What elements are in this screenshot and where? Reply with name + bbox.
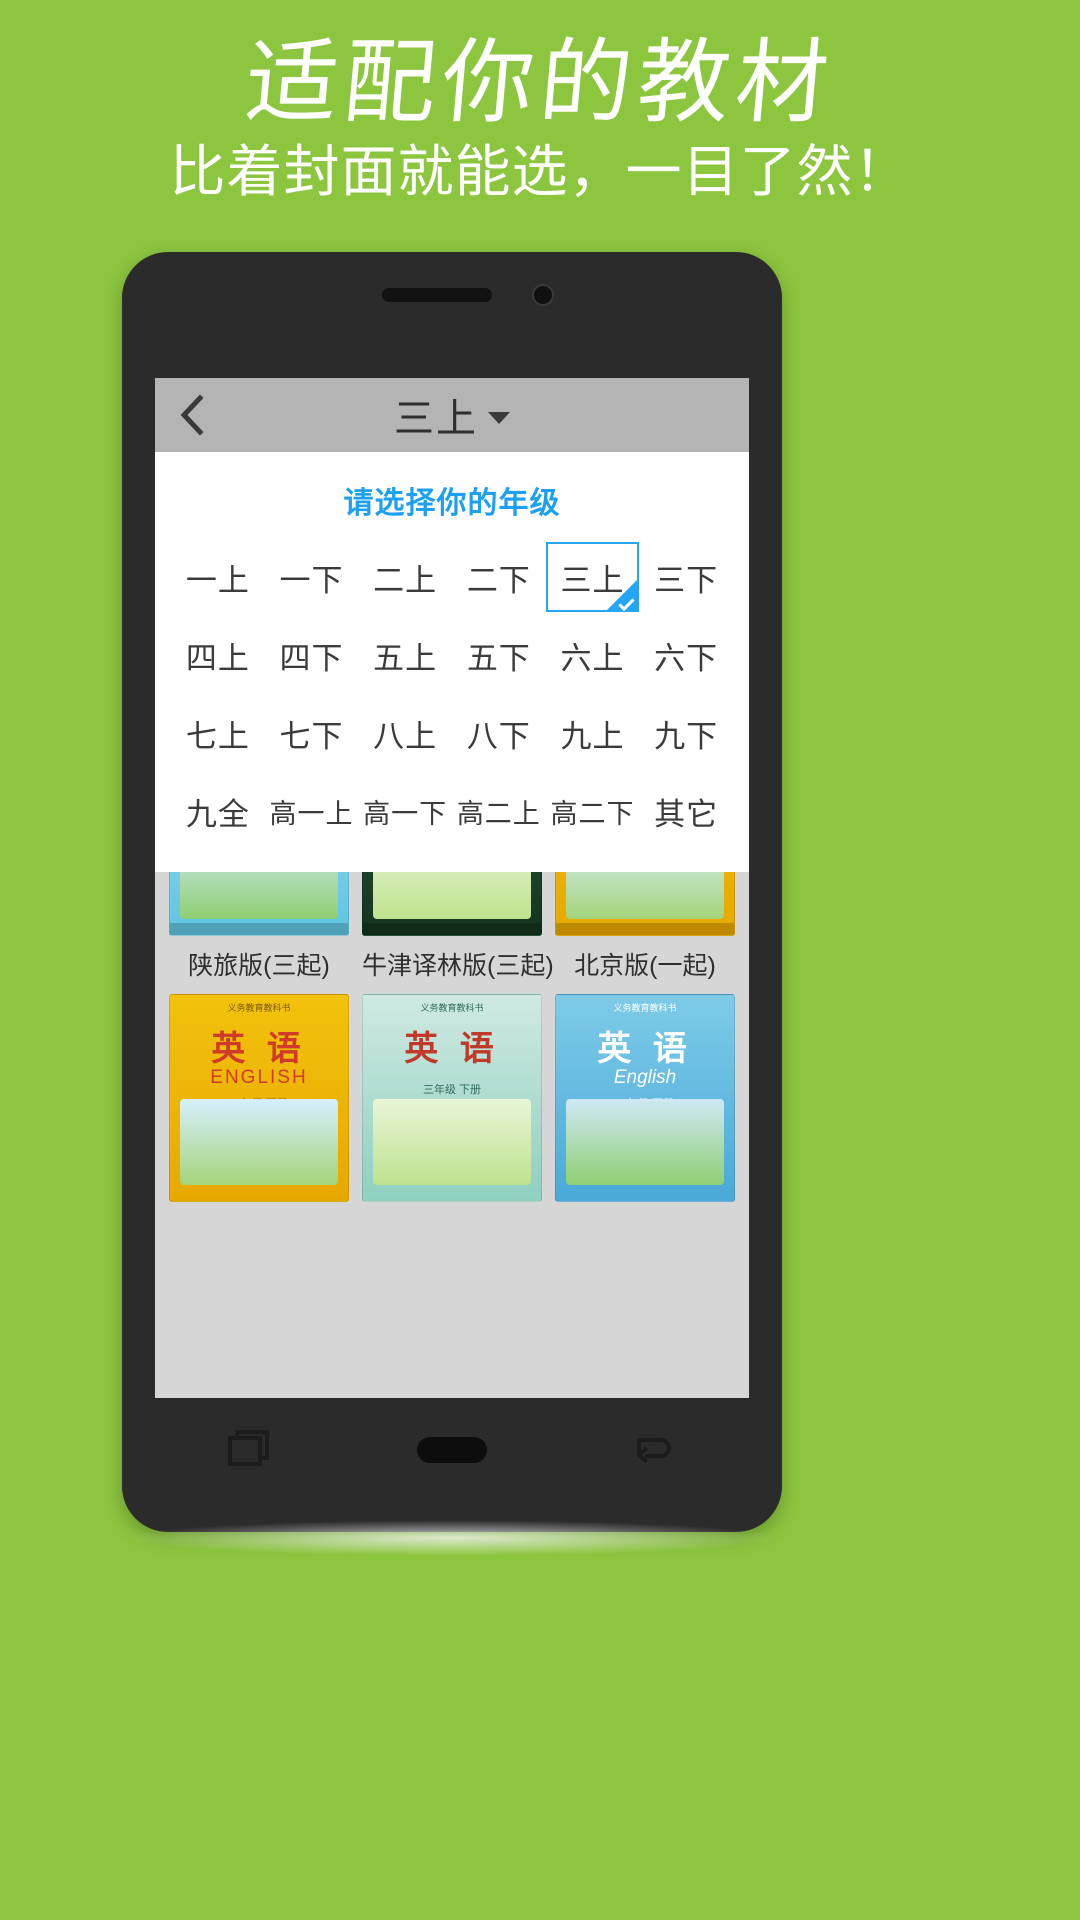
textbook-row: 义务教育教科书 英 语 ENGLISH 三年级 下册 义务教育教科书 英 语 三…	[169, 994, 735, 1202]
page-subtitle: 比着封面就能选，一目了然！	[169, 140, 911, 203]
grade-option-label: 一上	[185, 562, 250, 598]
grade-option[interactable]: 五上	[358, 620, 452, 690]
textbook-item[interactable]: 义务教育教科书 英 语 English 三年级 下册	[555, 994, 735, 1202]
grade-option[interactable]: 九下	[639, 698, 733, 768]
grade-option-label: 九全	[185, 796, 250, 832]
grade-option-label: 七下	[279, 718, 344, 754]
grade-option-label: 七上	[185, 718, 250, 754]
grade-option-label: 八下	[466, 718, 531, 754]
grade-option-label: 一下	[279, 562, 344, 598]
home-pill-icon[interactable]	[417, 1437, 487, 1463]
grade-option[interactable]: 三上	[545, 542, 640, 612]
grade-option-label: 六上	[560, 640, 625, 676]
android-nav-bar	[155, 1402, 749, 1498]
cover-artwork	[566, 1099, 724, 1185]
grade-option-label: 高二上	[456, 798, 541, 829]
cover-artwork	[180, 1099, 338, 1185]
cover-publisher: 义务教育教科书	[227, 1003, 291, 1013]
cover-footer	[556, 923, 734, 935]
grade-option[interactable]: 四上	[171, 620, 265, 690]
phone-mockup: 义务教育教科书 六年级 下册 陕旅版(三起) English FANCY DRE…	[122, 252, 782, 1532]
cover-grade: 三年级 下册	[422, 1084, 482, 1096]
phone-screen: 义务教育教科书 六年级 下册 陕旅版(三起) English FANCY DRE…	[155, 378, 749, 1398]
back-arrow-icon[interactable]	[631, 1428, 677, 1473]
dropdown-title: 请选择你的年级	[343, 487, 561, 520]
cover-title: 英 语	[404, 1030, 500, 1068]
textbook-label: 牛津译林版(三起)	[362, 952, 554, 980]
cover-title: 英 语	[597, 1030, 693, 1068]
grade-option-label: 六下	[654, 640, 719, 676]
grade-option[interactable]: 其它	[639, 776, 733, 846]
cover-footer	[363, 923, 541, 935]
grade-dropdown-panel: 请选择你的年级 一上 一下 二上 二下 三上 三下四上 四下 五上 五下 六上 六下七上 七下 八上 八下…	[155, 432, 749, 872]
grade-option-label: 八上	[373, 718, 438, 754]
grade-option-label: 四下	[279, 640, 344, 676]
book-cover[interactable]: 义务教育教科书 英 语 三年级 下册	[362, 994, 542, 1202]
back-button[interactable]	[155, 378, 229, 452]
grade-option[interactable]: 九上	[546, 698, 640, 768]
promo-page: 适配你的教材 比着封面就能选，一目了然！ 义务教育教科书 六年级 下册 陕旅版(…	[0, 0, 1080, 1920]
grade-option-label: 其它	[654, 796, 719, 832]
speaker-grille-icon	[382, 288, 492, 302]
grade-option[interactable]: 二下	[452, 542, 546, 612]
phone-shadow	[122, 1520, 782, 1556]
grade-option[interactable]: 一下	[265, 542, 359, 612]
grade-option[interactable]: 六上	[546, 620, 640, 690]
grade-option-label: 高一上	[269, 798, 354, 829]
app-header: 三上	[155, 378, 749, 452]
grade-option-label: 五下	[466, 640, 531, 676]
cover-publisher: 义务教育教科书	[420, 1003, 484, 1013]
book-cover[interactable]: 义务教育教科书 英 语 ENGLISH 三年级 下册	[169, 994, 349, 1202]
grade-option-label: 高二下	[550, 798, 635, 829]
grade-option-label: 二上	[373, 562, 438, 598]
page-title: 适配你的教材	[241, 29, 839, 136]
grade-option-label: 九下	[654, 718, 719, 754]
grade-option-label: 四上	[185, 640, 250, 676]
textbook-label: 陕旅版(三起)	[188, 952, 330, 980]
cover-title: 英 语	[211, 1030, 307, 1068]
grade-option[interactable]: 八下	[452, 698, 546, 768]
cover-artwork	[373, 1099, 531, 1185]
chevron-down-icon	[488, 412, 510, 424]
grade-option[interactable]: 七上	[171, 698, 265, 768]
grade-option[interactable]: 六下	[639, 620, 733, 690]
grade-option[interactable]: 高二下	[546, 776, 640, 846]
cover-footer	[170, 923, 348, 935]
grade-option[interactable]: 二上	[358, 542, 452, 612]
book-cover[interactable]: 义务教育教科书 英 语 English 三年级 下册	[555, 994, 735, 1202]
grade-selector-title[interactable]: 三上	[155, 386, 749, 444]
grade-option[interactable]: 高一下	[358, 776, 452, 846]
recents-square-icon[interactable]	[227, 1428, 273, 1473]
grade-option[interactable]: 八上	[358, 698, 452, 768]
textbook-item[interactable]: 义务教育教科书 英 语 三年级 下册	[362, 994, 542, 1202]
front-camera-icon	[532, 284, 554, 306]
grade-option[interactable]: 高二上	[452, 776, 546, 846]
appbar-title-text: 三上	[394, 397, 478, 441]
grade-option-label: 三下	[654, 562, 719, 598]
grade-grid: 一上 一下 二上 二下 三上 三下 四上 四下 五上 五下 六上 六下 七上 七下 八上 八下 九上 九下 九全 高一…	[155, 542, 749, 846]
cover-subtitle: ENGLISH	[210, 1067, 308, 1088]
grade-option[interactable]: 七下	[265, 698, 359, 768]
textbook-item[interactable]: 义务教育教科书 英 语 ENGLISH 三年级 下册	[169, 994, 349, 1202]
grade-option-label: 五上	[373, 640, 438, 676]
chevron-left-icon	[180, 394, 204, 436]
cover-subtitle: English	[613, 1067, 677, 1088]
grade-option[interactable]: 五下	[452, 620, 546, 690]
grade-option[interactable]: 九全	[171, 776, 265, 846]
textbook-label: 北京版(一起)	[574, 952, 716, 980]
grade-option[interactable]: 三下	[639, 542, 733, 612]
grade-option[interactable]: 四下	[265, 620, 359, 690]
grade-option[interactable]: 高一上	[265, 776, 359, 846]
grade-option-label: 二下	[466, 562, 531, 598]
grade-option[interactable]: 一上	[171, 542, 265, 612]
grade-option-label: 九上	[560, 718, 625, 754]
grade-option-label: 高一下	[363, 798, 448, 829]
cover-publisher: 义务教育教科书	[613, 1003, 677, 1013]
